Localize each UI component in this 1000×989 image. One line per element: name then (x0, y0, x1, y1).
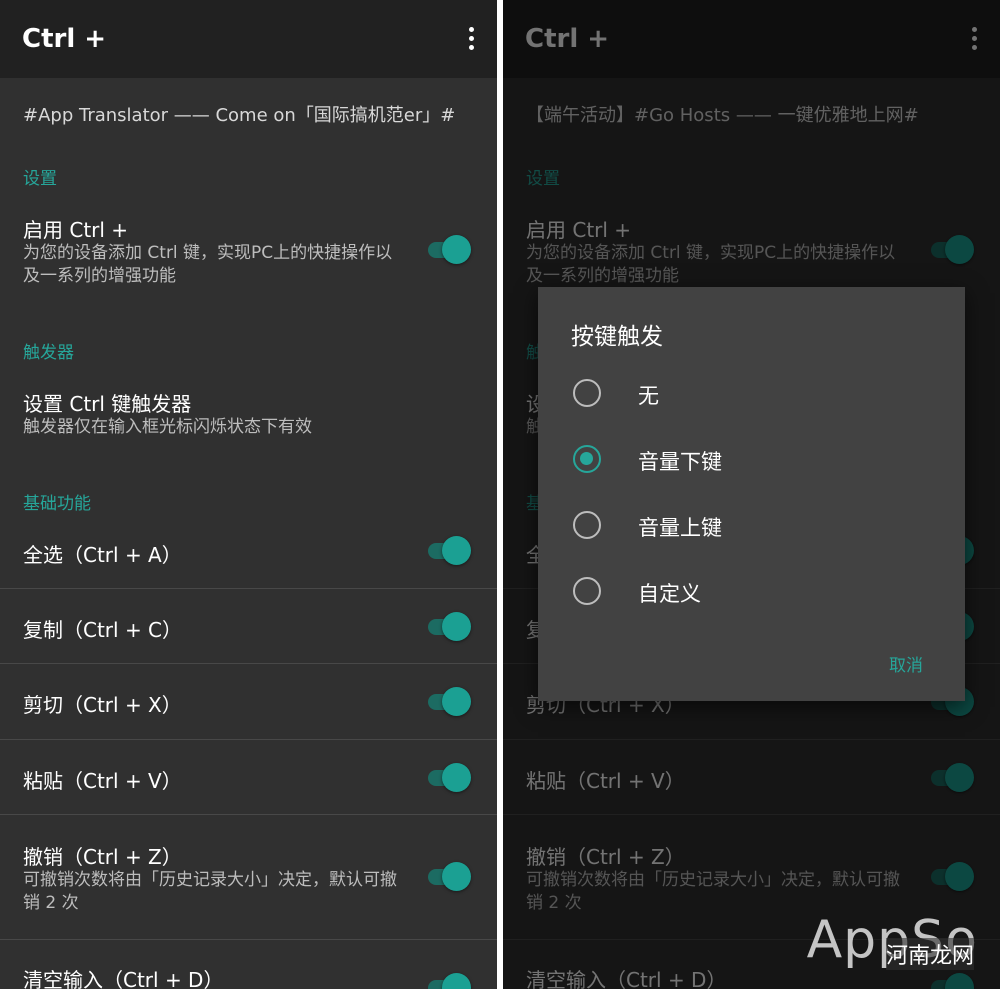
cut-switch[interactable] (426, 684, 472, 718)
option-label: 无 (638, 384, 659, 408)
clear-switch[interactable] (929, 970, 975, 989)
select-all-switch[interactable] (426, 533, 472, 567)
option-volume-down[interactable]: 音量下键 (538, 431, 965, 491)
promo-banner[interactable]: #App Translator —— Come on「国际搞机范er」# (23, 101, 455, 127)
pref-title: 清空输入（Ctrl + D） (526, 968, 727, 989)
pref-summary: 可撤销次数将由「历史记录大小」决定，默认可撤销 2 次 (526, 870, 900, 913)
dialog-title: 按键触发 (571, 324, 663, 350)
cancel-button[interactable]: 取消 (889, 651, 923, 676)
enable-switch[interactable] (929, 232, 975, 266)
option-label: 音量下键 (638, 450, 722, 474)
divider (0, 663, 497, 664)
app-bar: Ctrl + (503, 0, 1000, 78)
watermark-site: 河南龙网 (885, 938, 974, 970)
pref-title: 粘贴（Ctrl + V） (526, 769, 685, 793)
pref-title: 启用 Ctrl + (526, 218, 632, 242)
section-header-basic: 基础功能 (23, 494, 91, 514)
divider (503, 814, 1000, 815)
paste-switch[interactable] (929, 760, 975, 794)
pref-title: 撤销（Ctrl + Z） (526, 845, 685, 869)
pref-title: 清空输入（Ctrl + D） (23, 968, 224, 989)
pref-title: 复制（Ctrl + C） (23, 618, 183, 642)
option-label: 音量上键 (638, 516, 722, 540)
app-bar: Ctrl + (0, 0, 497, 78)
radio-button[interactable] (573, 511, 601, 539)
left-screen: Ctrl + #App Translator —— Come on「国际搞机范e… (0, 0, 497, 989)
divider (0, 814, 497, 815)
undo-switch[interactable] (426, 859, 472, 893)
section-header-settings: 设置 (23, 169, 57, 189)
copy-switch[interactable] (426, 609, 472, 643)
pref-summary: 触发器仅在输入框光标闪烁状态下有效 (23, 417, 312, 437)
more-vert-icon[interactable] (970, 27, 978, 53)
section-header-settings: 设置 (526, 169, 560, 189)
option-label: 自定义 (638, 582, 701, 606)
pref-title: 设置 Ctrl 键触发器 (23, 392, 192, 416)
pref-title: 启用 Ctrl + (23, 218, 129, 242)
radio-button[interactable] (573, 577, 601, 605)
divider (0, 588, 497, 589)
divider (0, 739, 497, 740)
pref-title: 撤销（Ctrl + Z） (23, 845, 182, 869)
radio-button[interactable] (573, 379, 601, 407)
pref-title: 全选（Ctrl + A） (23, 543, 182, 567)
option-custom[interactable]: 自定义 (538, 563, 965, 623)
app-title: Ctrl + (22, 24, 107, 54)
option-volume-up[interactable]: 音量上键 (538, 497, 965, 557)
option-none[interactable]: 无 (538, 365, 965, 425)
pref-title: 粘贴（Ctrl + V） (23, 769, 182, 793)
undo-switch[interactable] (929, 859, 975, 893)
divider (0, 939, 497, 940)
right-screen: Ctrl + 【端午活动】#Go Hosts —— 一键优雅地上网# 设置 启用… (503, 0, 1000, 989)
clear-switch[interactable] (426, 970, 472, 989)
radio-button-checked[interactable] (573, 445, 601, 473)
pref-summary: 为您的设备添加 Ctrl 键，实现PC上的快捷操作以及一系列的增强功能 (23, 243, 393, 286)
pref-title: 剪切（Ctrl + X） (23, 693, 182, 717)
enable-switch[interactable] (426, 232, 472, 266)
promo-banner[interactable]: 【端午活动】#Go Hosts —— 一键优雅地上网# (526, 101, 919, 127)
pref-summary: 为您的设备添加 Ctrl 键，实现PC上的快捷操作以及一系列的增强功能 (526, 243, 896, 286)
pref-summary: 可撤销次数将由「历史记录大小」决定，默认可撤销 2 次 (23, 870, 397, 913)
more-vert-icon[interactable] (467, 27, 475, 53)
paste-switch[interactable] (426, 760, 472, 794)
section-header-trigger: 触发器 (23, 343, 74, 363)
trigger-dialog: 按键触发 无 音量下键 音量上键 自定义 取消 (538, 287, 965, 701)
app-title: Ctrl + (525, 24, 610, 54)
divider (503, 739, 1000, 740)
